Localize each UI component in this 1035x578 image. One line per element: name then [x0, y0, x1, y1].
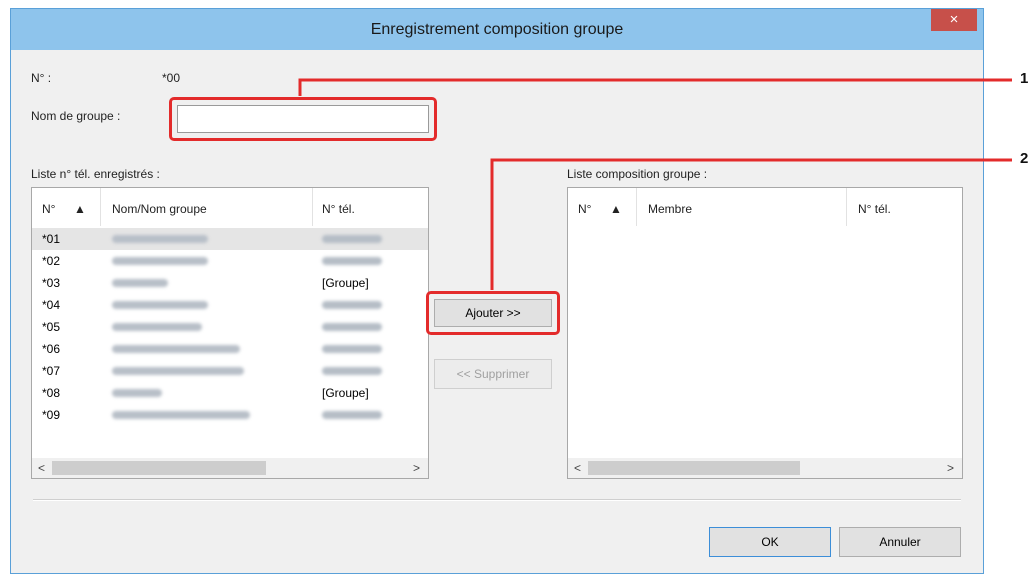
callout-2-number: 2	[1020, 150, 1029, 167]
callout-2-line	[490, 158, 1012, 290]
callout-lines	[298, 78, 1012, 290]
callout-1-line	[298, 78, 1012, 96]
callout-1-number: 1	[1020, 70, 1029, 87]
